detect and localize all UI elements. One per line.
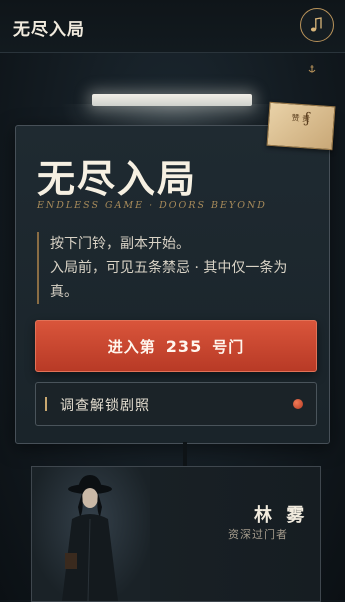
top-bar: 无尽入局 [0,0,345,53]
music-toggle-button[interactable] [300,8,334,42]
door-number: 235 [165,336,203,356]
accent-bar [45,397,47,411]
cta-prefix: 进入第 [107,337,156,356]
pinned-note: ʃ 赞 贵 [266,101,336,151]
enter-door-button[interactable]: 进入第 235 号门 [35,320,317,372]
note-text: 赞 贵 [291,113,311,124]
anchor-icon [308,65,316,73]
cta-suffix: 号门 [212,337,245,356]
character-silhouette [62,475,118,601]
door-frame-line [183,442,187,466]
description-line: 真。 [50,284,78,300]
character-name: 林 雾 [254,505,309,526]
page-title: 无尽入局 [37,156,198,201]
description-line: 按下门铃，副本开始。 [50,236,190,252]
unlock-stills-label: 调查解锁剧照 [60,398,150,414]
app-title: 无尽入局 [13,20,85,40]
character-portrait [32,467,150,601]
character-role: 资深过门者 [228,528,288,541]
red-indicator-dot [293,399,303,409]
rules-description: 按下门铃，副本开始。 入局前，可见五条禁忌 · 其中仅一条为 真。 [37,232,320,304]
unlock-stills-button[interactable]: 调查解锁剧照 [35,382,317,426]
page-subtitle: ENDLESS GAME · DOORS BEYOND [37,200,267,211]
ceiling-lamp [92,94,252,106]
music-note-icon [310,17,322,32]
description-line: 入局前，可见五条禁忌 · 其中仅一条为 [50,260,288,276]
